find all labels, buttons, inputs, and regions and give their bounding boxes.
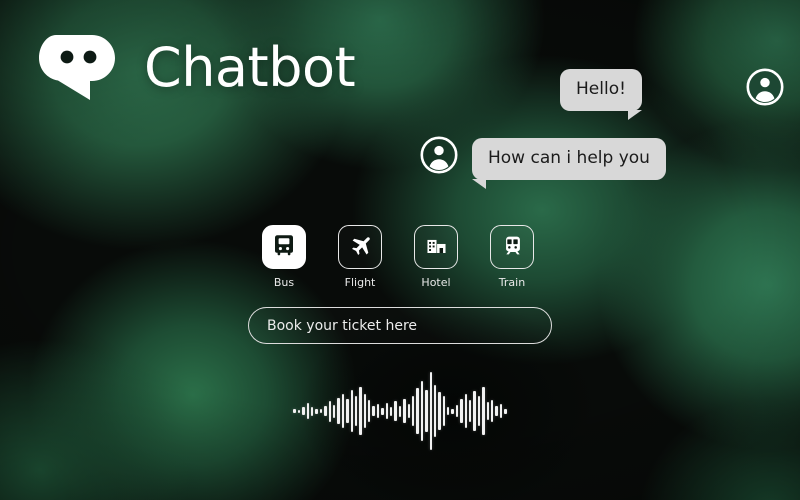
waveform-bar	[350, 390, 353, 432]
waveform-bar	[297, 409, 301, 413]
hotel-icon-tile[interactable]	[414, 225, 458, 269]
waveform-bar	[495, 406, 498, 416]
category-label-hotel: Hotel	[421, 276, 451, 289]
category-label-bus: Bus	[273, 276, 295, 289]
waveform-bar	[359, 387, 362, 435]
waveform-bar	[429, 372, 432, 450]
train-icon-tile[interactable]	[490, 225, 534, 269]
bot-avatar-icon	[420, 136, 458, 174]
waveform-bar	[438, 392, 441, 430]
waveform-bar	[328, 400, 331, 422]
waveform-bar	[310, 406, 314, 416]
waveform-bar	[363, 394, 367, 428]
waveform-bar	[319, 409, 323, 413]
waveform-bar	[372, 406, 375, 416]
waveform-bar	[385, 403, 389, 419]
waveform-bar	[407, 404, 410, 418]
chat-bubble-user: Hello!	[560, 69, 642, 120]
waveform-bar	[324, 406, 327, 416]
category-label-train: Train	[498, 276, 526, 289]
app-header: Chatbot	[34, 30, 356, 106]
bus-icon	[270, 231, 298, 263]
waveform-bar	[416, 388, 419, 434]
background-glow	[0, 340, 190, 500]
waveform-bar	[368, 400, 371, 422]
chatbot-app-screen: Chatbot Hello! How can i help you Bus Fl…	[0, 0, 800, 500]
waveform-bar	[398, 405, 402, 417]
waveform-bar	[293, 409, 296, 413]
waveform-bar	[460, 399, 463, 423]
category-label-flight: Flight	[344, 276, 376, 289]
waveform-bar	[420, 381, 424, 441]
waveform-bar	[451, 408, 454, 414]
waveform-bar	[315, 408, 318, 414]
waveform-bar	[442, 396, 446, 426]
category-item-bus[interactable]: Bus	[262, 225, 306, 288]
flight-icon	[348, 233, 373, 262]
waveform-bar	[381, 407, 384, 415]
bus-icon-tile[interactable]	[262, 225, 306, 269]
waveform-bar	[469, 400, 472, 422]
waveform-bar	[486, 402, 489, 420]
waveform-bar	[433, 385, 437, 437]
hotel-icon	[424, 233, 449, 262]
waveform-bar	[332, 404, 336, 418]
waveform-bar	[390, 406, 393, 416]
waveform-bar	[477, 396, 481, 426]
background-glow	[640, 400, 800, 500]
flight-icon-tile[interactable]	[338, 225, 382, 269]
category-item-train[interactable]: Train	[490, 225, 534, 288]
category-item-flight[interactable]: Flight	[338, 225, 382, 288]
user-avatar-icon	[746, 68, 784, 106]
page-title: Chatbot	[144, 36, 356, 99]
category-quick-actions: Bus Flight Hotel Train	[262, 225, 534, 288]
search-input-placeholder: Book your ticket here	[267, 317, 418, 334]
waveform-bar	[504, 408, 507, 414]
waveform-bar	[411, 396, 415, 426]
waveform-bar	[447, 407, 450, 415]
chat-bubble-bot: How can i help you	[472, 138, 666, 189]
waveform-bar	[354, 396, 358, 426]
waveform-bar	[346, 399, 349, 423]
waveform-bar	[376, 404, 380, 418]
waveform-bar	[499, 404, 503, 418]
train-icon	[500, 233, 525, 262]
waveform-bar	[425, 390, 428, 432]
waveform-bar	[306, 403, 309, 419]
waveform-bar	[482, 387, 485, 435]
chat-bubble-robot-logo-icon	[34, 30, 124, 106]
waveform-bar	[473, 391, 476, 431]
audio-waveform[interactable]	[248, 368, 552, 454]
booking-search-input[interactable]: Book your ticket here	[248, 307, 552, 344]
waveform-bar	[341, 394, 345, 428]
waveform-bar	[491, 400, 494, 422]
waveform-bar	[337, 398, 340, 424]
waveform-bar	[302, 407, 305, 415]
waveform-bar	[394, 401, 397, 421]
category-item-hotel[interactable]: Hotel	[414, 225, 458, 288]
waveform-bar	[464, 394, 468, 428]
waveform-bar	[403, 399, 406, 423]
waveform-bar	[455, 405, 459, 417]
